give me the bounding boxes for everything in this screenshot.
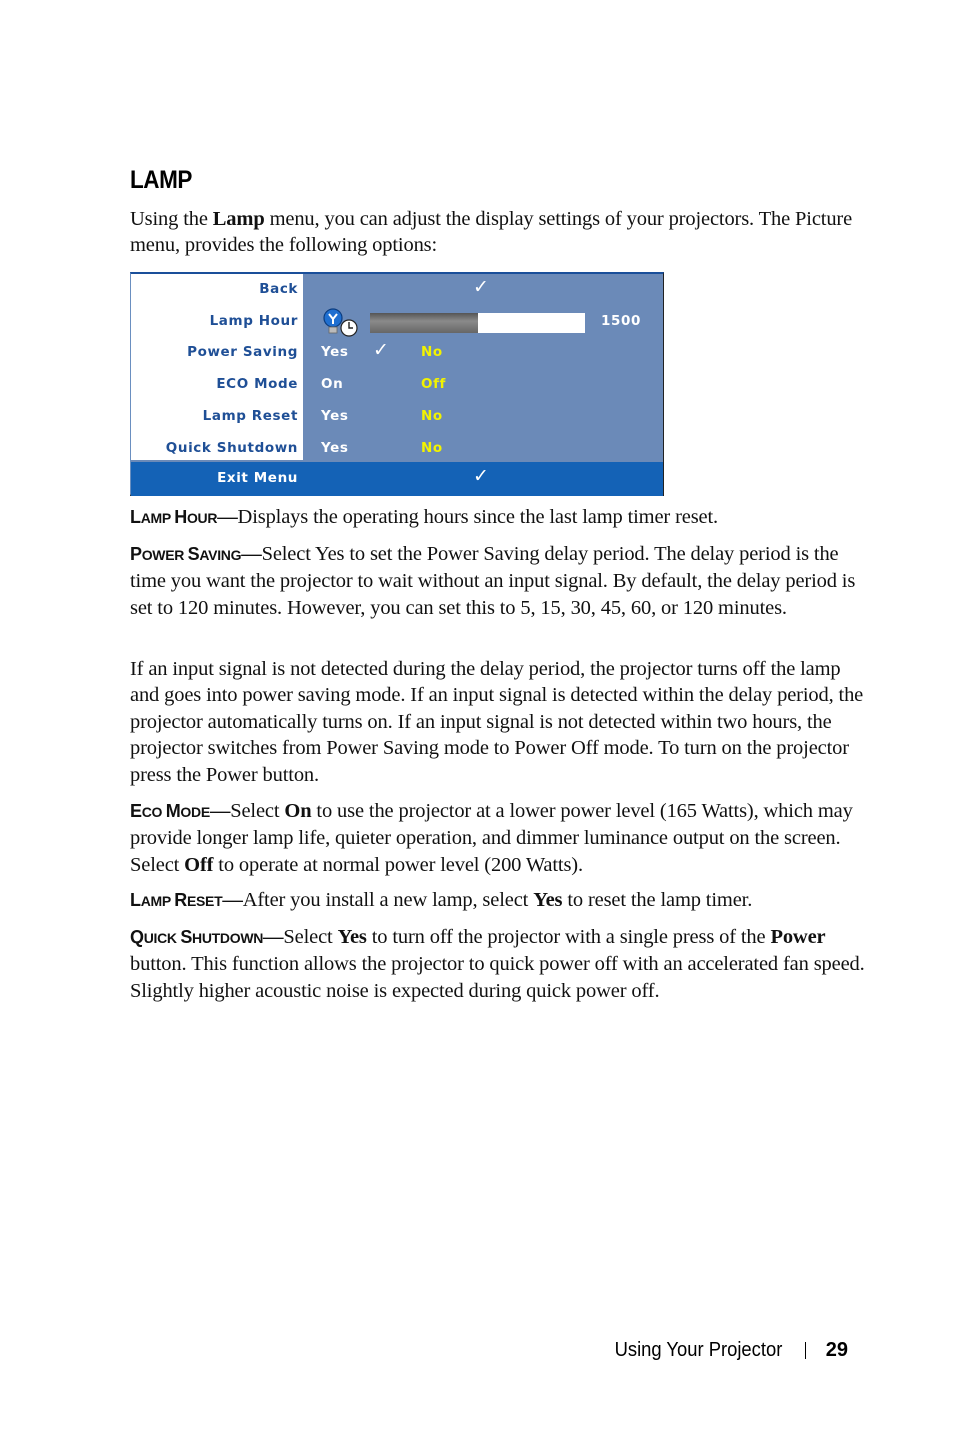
menu-label: Lamp Reset: [202, 407, 298, 424]
term-power-saving: POWER SAVING: [130, 544, 242, 564]
option-off[interactable]: Off: [421, 376, 446, 392]
menu-row-quick-shutdown[interactable]: Quick Shutdown Yes No: [131, 433, 663, 465]
option-no[interactable]: No: [421, 408, 443, 424]
term-quick-shutdown: QUICK SHUTDOWN: [130, 927, 264, 947]
lamp-hour-progress-fill: [370, 312, 478, 333]
intro-text: Using the: [130, 208, 213, 230]
menu-label: Lamp Hour: [209, 312, 298, 329]
menu-row-back[interactable]: Back ✓: [131, 274, 663, 306]
menu-row-exit-menu[interactable]: Exit Menu ✓: [131, 462, 663, 496]
checkmark-icon: ✓: [373, 339, 389, 362]
menu-label: Quick Shutdown: [165, 439, 298, 456]
intro-bold-lamp: Lamp: [212, 208, 265, 230]
lamp-reset-description: LAMP RESET—After you install a new lamp,…: [130, 889, 753, 911]
intro-paragraph: Using the Lamp menu, you can adjust the …: [130, 206, 870, 259]
checkmark-icon: ✓: [473, 276, 489, 298]
menu-label: Back: [259, 281, 298, 297]
term-lamp-reset: LAMP RESET: [130, 890, 223, 910]
menu-row-lamp-reset[interactable]: Lamp Reset Yes No: [131, 401, 663, 433]
menu-row-eco-mode[interactable]: ECO Mode On Off: [131, 369, 663, 401]
footer-divider: [804, 1342, 806, 1359]
menu-row-power-saving[interactable]: Power Saving Yes ✓ No: [131, 337, 663, 369]
page-heading: LAMP: [130, 166, 192, 194]
menu-label: ECO Mode: [216, 376, 298, 393]
menu-label: Power Saving: [187, 344, 298, 361]
lamp-clock-icon: [323, 308, 358, 337]
option-on[interactable]: On: [321, 376, 343, 392]
menu-row-lamp-hour[interactable]: Lamp Hour 1500: [131, 306, 663, 338]
term-eco-mode: ECO MODE: [130, 801, 210, 821]
checkmark-icon: ✓: [473, 465, 489, 487]
power-saving-description: POWER SAVING—Select Yes to set the Power…: [130, 543, 856, 619]
option-no[interactable]: No: [421, 440, 443, 456]
power-saving-detail: If an input signal is not detected durin…: [130, 658, 864, 786]
page-number: 29: [825, 1339, 848, 1361]
lamp-osd-menu: Back ✓ Lamp Hour 1500 Power Saving Yes ✓…: [130, 272, 664, 496]
option-yes[interactable]: Yes: [321, 408, 349, 424]
term-lamp-hour: LAMP HOUR: [130, 507, 218, 527]
page-footer: Using Your Projector 29: [600, 1339, 848, 1362]
footer-section-title: Using Your Projector: [615, 1339, 783, 1361]
quick-shutdown-description: QUICK SHUTDOWN—Select Yes to turn off th…: [130, 926, 865, 1002]
eco-mode-description: ECO MODE—Select On to use the projector …: [130, 800, 853, 876]
lamp-hour-progress-bar: [370, 312, 585, 333]
option-no[interactable]: No: [421, 344, 443, 360]
option-yes[interactable]: Yes: [321, 440, 349, 456]
lamp-hour-description: LAMP HOUR—Displays the operating hours s…: [130, 506, 718, 528]
option-yes[interactable]: Yes: [321, 344, 349, 360]
lamp-hour-value: 1500: [601, 312, 641, 329]
menu-label: Exit Menu: [217, 470, 298, 486]
